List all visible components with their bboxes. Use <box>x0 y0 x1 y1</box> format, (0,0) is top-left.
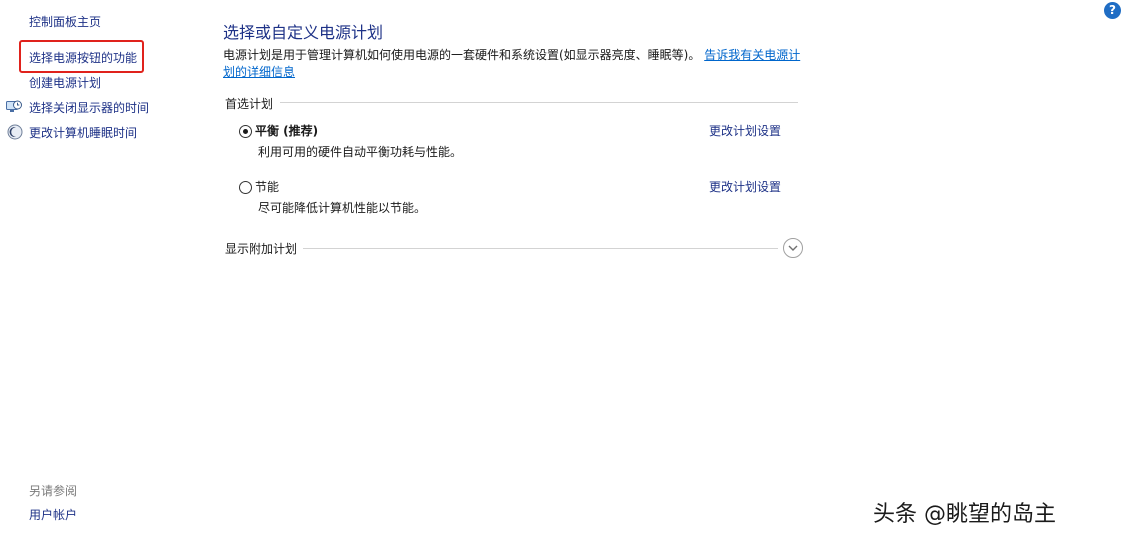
power-saver-plan-description: 尽可能降低计算机性能以节能。 <box>258 201 427 215</box>
nav-user-accounts[interactable]: 用户帐户 <box>29 507 77 523</box>
balanced-plan-radio[interactable] <box>239 125 252 138</box>
page-title: 选择或自定义电源计划 <box>223 23 384 42</box>
power-saver-plan-name[interactable]: 节能 <box>255 178 279 195</box>
change-power-saver-plan-settings-link[interactable]: 更改计划设置 <box>709 178 781 195</box>
nav-change-sleep-time[interactable]: 更改计算机睡眠时间 <box>29 125 137 141</box>
moon-sleep-icon <box>7 124 23 140</box>
nav-control-panel-home[interactable]: 控制面板主页 <box>29 14 101 30</box>
help-icon[interactable]: ? <box>1104 2 1121 19</box>
nav-choose-display-off-time[interactable]: 选择关闭显示器的时间 <box>29 100 149 116</box>
section-divider <box>303 248 778 249</box>
page-description: 电源计划是用于管理计算机如何使用电源的一套硬件和系统设置(如显示器亮度、睡眠等)… <box>223 47 803 81</box>
change-balanced-plan-settings-link[interactable]: 更改计划设置 <box>709 122 781 139</box>
preferred-plans-header: 首选计划 <box>225 97 274 111</box>
see-also-label: 另请参阅 <box>29 484 78 498</box>
balanced-plan-description: 利用可用的硬件自动平衡功耗与性能。 <box>258 145 463 159</box>
nav-create-power-plan[interactable]: 创建电源计划 <box>29 75 101 91</box>
section-divider <box>280 102 798 103</box>
watermark-text: 头条 @眺望的岛主 <box>873 502 1056 527</box>
monitor-clock-icon <box>6 99 22 115</box>
chevron-down-icon <box>788 245 798 251</box>
show-additional-plans-header[interactable]: 显示附加计划 <box>225 240 297 257</box>
balanced-plan-name[interactable]: 平衡 (推荐) <box>255 122 318 139</box>
nav-choose-power-button-function[interactable]: 选择电源按钮的功能 <box>29 50 137 66</box>
expand-additional-plans-button[interactable] <box>783 238 803 258</box>
control-panel-power-options: 控制面板主页 选择电源按钮的功能 创建电源计划 选择关闭显示器的时间 更改计算机… <box>0 0 1123 544</box>
power-saver-plan-radio[interactable] <box>239 181 252 194</box>
description-text: 电源计划是用于管理计算机如何使用电源的一套硬件和系统设置(如显示器亮度、睡眠等)… <box>223 48 701 62</box>
